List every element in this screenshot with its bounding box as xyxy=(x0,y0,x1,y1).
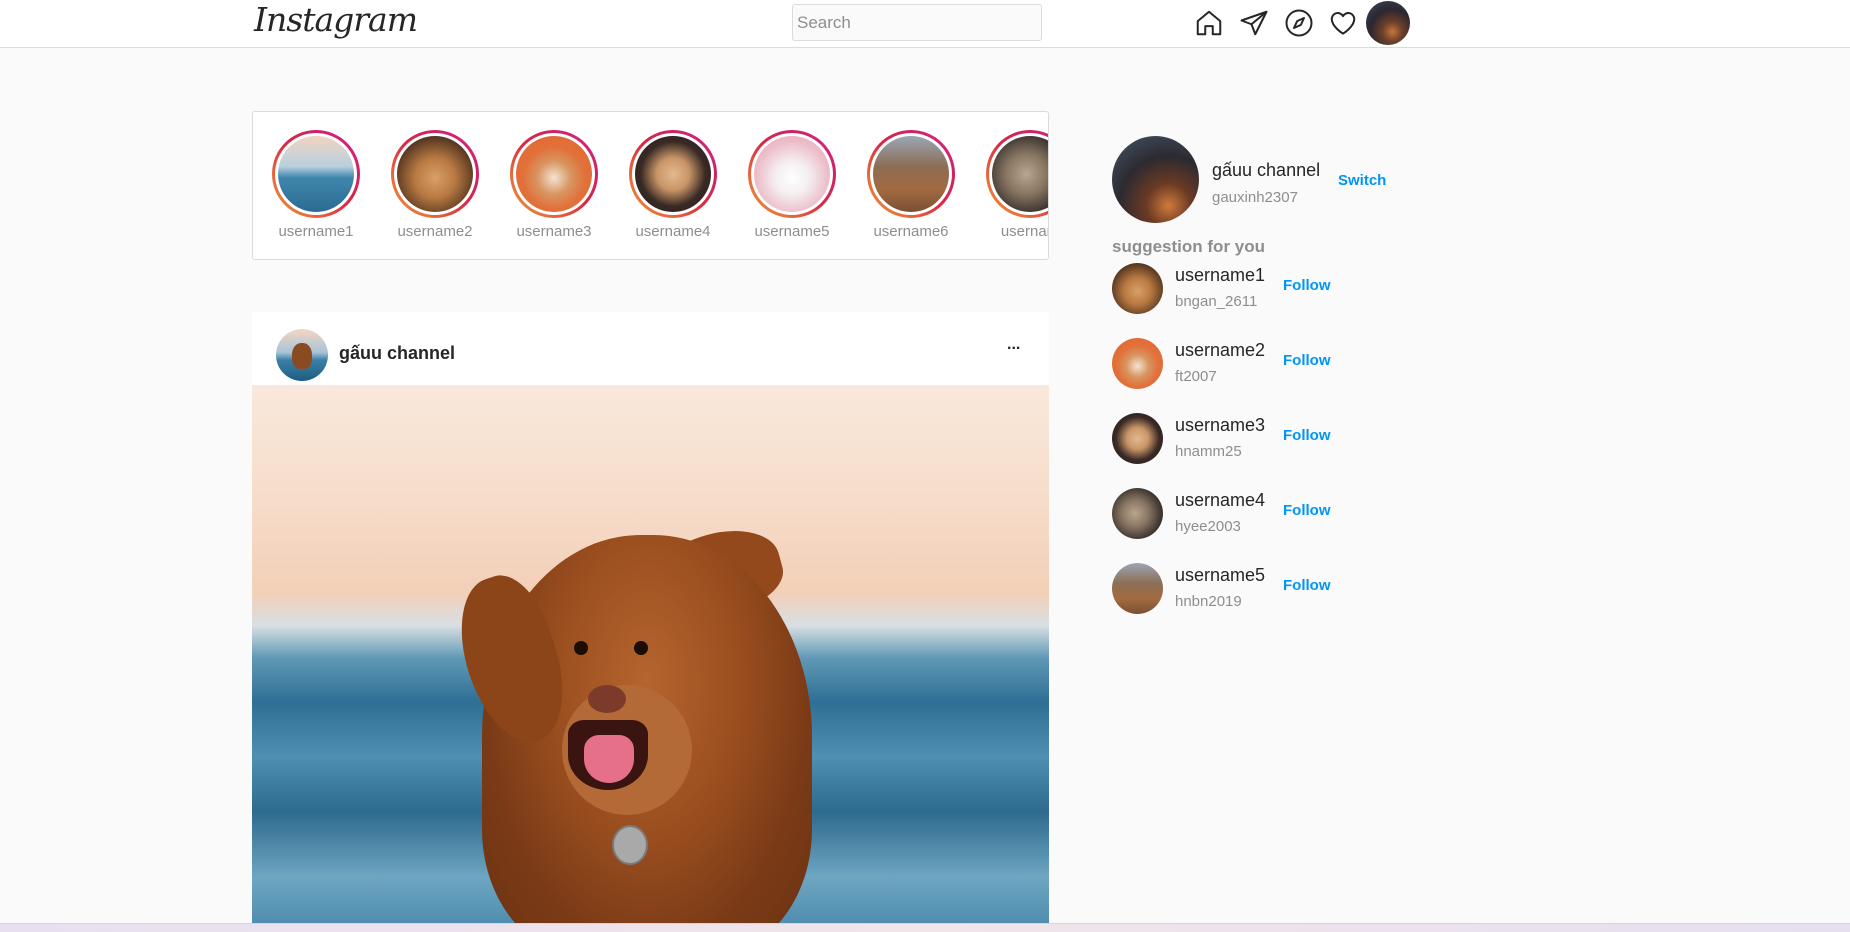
story-avatar xyxy=(873,136,949,212)
suggestion-username[interactable]: username2 xyxy=(1175,340,1265,361)
suggestion-avatar[interactable] xyxy=(1112,338,1163,389)
story-avatar xyxy=(397,136,473,212)
suggestion-username[interactable]: username5 xyxy=(1175,565,1265,586)
suggestion-handle: ft2007 xyxy=(1175,368,1217,385)
current-user-avatar[interactable] xyxy=(1112,136,1199,223)
story-avatar xyxy=(278,136,354,212)
window-bottom-edge xyxy=(0,923,1850,932)
story-item[interactable]: usernam xyxy=(980,130,1048,240)
post-image-detail xyxy=(574,641,588,655)
follow-button[interactable]: Follow xyxy=(1283,427,1331,444)
suggestion-item: username5 hnbn2019 Follow xyxy=(1112,563,1412,615)
suggestion-handle: hnamm25 xyxy=(1175,443,1242,460)
post-image[interactable] xyxy=(252,385,1049,932)
follow-button[interactable]: Follow xyxy=(1283,352,1331,369)
story-item[interactable]: username3 xyxy=(504,130,604,240)
explore-icon[interactable] xyxy=(1283,7,1315,39)
story-item[interactable]: username1 xyxy=(266,130,366,240)
story-username: username1 xyxy=(278,223,354,240)
story-item[interactable]: username4 xyxy=(623,130,723,240)
activity-heart-icon[interactable] xyxy=(1327,7,1359,39)
story-username: username5 xyxy=(754,223,830,240)
story-avatar xyxy=(516,136,592,212)
profile-avatar[interactable] xyxy=(1366,1,1410,45)
search-input[interactable] xyxy=(792,4,1042,41)
suggestion-item: username1 bngan_2611 Follow xyxy=(1112,263,1412,315)
story-item[interactable]: username6 xyxy=(861,130,961,240)
post-author-avatar[interactable] xyxy=(276,329,328,381)
suggestion-item: username4 hyee2003 Follow xyxy=(1112,488,1412,540)
story-username: username4 xyxy=(635,223,711,240)
suggestion-avatar[interactable] xyxy=(1112,413,1163,464)
story-item[interactable]: username2 xyxy=(385,130,485,240)
suggestion-item: username2 ft2007 Follow xyxy=(1112,338,1412,390)
suggestion-handle: hnbn2019 xyxy=(1175,593,1242,610)
suggestions-title: suggestion for you xyxy=(1112,237,1265,256)
story-item[interactable]: username5 xyxy=(742,130,842,240)
switch-account-button[interactable]: Switch xyxy=(1338,172,1386,189)
story-username: username6 xyxy=(873,223,949,240)
story-avatar xyxy=(754,136,830,212)
post-image-detail xyxy=(634,641,648,655)
feed-post: gấuu channel ... xyxy=(252,312,1049,932)
suggestion-username[interactable]: username3 xyxy=(1175,415,1265,436)
current-user-name[interactable]: gấuu channel xyxy=(1212,160,1320,181)
suggestion-avatar[interactable] xyxy=(1112,263,1163,314)
suggestion-username[interactable]: username4 xyxy=(1175,490,1265,511)
follow-button[interactable]: Follow xyxy=(1283,502,1331,519)
current-user-handle: gauxinh2307 xyxy=(1212,189,1298,206)
story-username: username3 xyxy=(516,223,592,240)
stories-tray: username1 username2 username3 username4 … xyxy=(252,111,1049,260)
post-image-detail xyxy=(612,825,648,865)
story-username: username2 xyxy=(397,223,473,240)
post-author-name[interactable]: gấuu channel xyxy=(339,343,455,364)
direct-message-icon[interactable] xyxy=(1238,7,1270,39)
suggestion-item: username3 hnamm25 Follow xyxy=(1112,413,1412,465)
follow-button[interactable]: Follow xyxy=(1283,577,1331,594)
post-image-detail xyxy=(584,735,634,783)
suggestion-avatar[interactable] xyxy=(1112,488,1163,539)
top-nav-bar: Instagram xyxy=(0,0,1850,48)
suggestion-username[interactable]: username1 xyxy=(1175,265,1265,286)
post-image-detail xyxy=(588,685,626,713)
follow-button[interactable]: Follow xyxy=(1283,277,1331,294)
story-username: usernam xyxy=(1000,223,1048,240)
story-avatar xyxy=(635,136,711,212)
story-avatar xyxy=(992,136,1048,212)
suggestion-handle: hyee2003 xyxy=(1175,518,1241,535)
suggestion-handle: bngan_2611 xyxy=(1175,293,1258,310)
suggestion-avatar[interactable] xyxy=(1112,563,1163,614)
instagram-logo[interactable]: Instagram xyxy=(254,0,418,39)
home-icon[interactable] xyxy=(1193,7,1225,39)
more-options-icon[interactable]: ... xyxy=(1007,336,1020,354)
